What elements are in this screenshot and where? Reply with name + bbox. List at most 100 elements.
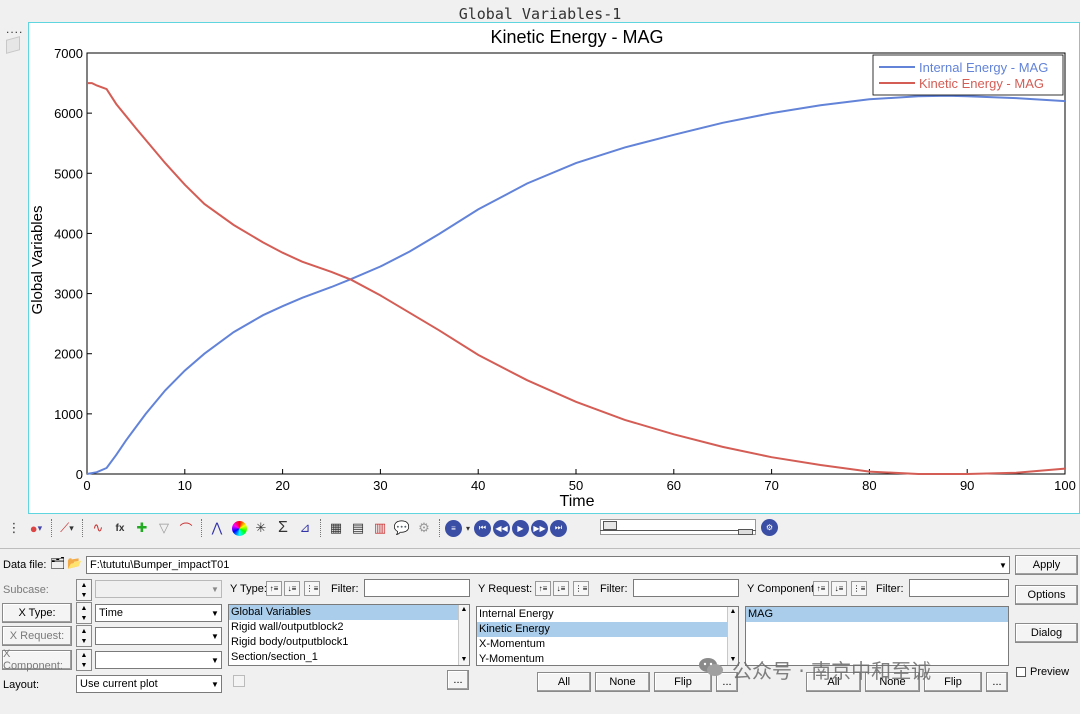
dialog-button[interactable]: Dialog bbox=[1015, 623, 1078, 643]
list-order-icon[interactable]: ⋮≡ bbox=[304, 581, 320, 596]
x-tick-label: 50 bbox=[569, 478, 583, 493]
x-type-dropdown[interactable]: Time ▼ bbox=[95, 604, 222, 622]
list-item[interactable]: Rigid body/outputblock1 bbox=[229, 635, 469, 650]
x-tick-label: 40 bbox=[471, 478, 485, 493]
sort-desc-icon[interactable]: ↓≡ bbox=[284, 581, 300, 596]
list-item[interactable]: Rigid wall/outputblock2 bbox=[229, 620, 469, 635]
open-folder-icon[interactable]: 📂 bbox=[67, 556, 83, 572]
window-cube-icon[interactable] bbox=[6, 36, 20, 54]
file-browser-icon[interactable]: 🗂 bbox=[50, 556, 66, 572]
chevron-down-icon[interactable]: ▼ bbox=[209, 652, 221, 668]
sort-desc-icon[interactable]: ↓≡ bbox=[553, 581, 569, 596]
tangent-icon[interactable]: ⊿ bbox=[295, 518, 315, 538]
layout-label: Layout: bbox=[3, 679, 40, 691]
chevron-down-icon[interactable]: ▼ bbox=[209, 628, 221, 644]
window-menu-dots[interactable]: .... bbox=[6, 22, 23, 36]
x-request-button[interactable]: X Request: bbox=[2, 626, 72, 646]
y-component-more-button[interactable]: ... bbox=[986, 672, 1008, 692]
first-frame-icon[interactable]: ⏮ bbox=[474, 519, 491, 537]
sort-desc-icon[interactable]: ↓≡ bbox=[831, 581, 847, 596]
x-component-dropdown[interactable]: ▼ bbox=[95, 651, 222, 669]
curve-math-icon[interactable]: ∿ bbox=[88, 518, 108, 538]
x-component-stepper[interactable]: ▲ ▼ bbox=[76, 649, 92, 671]
subcase-dropdown[interactable]: ▼ bbox=[95, 580, 222, 598]
y-request-filter-input[interactable] bbox=[633, 579, 739, 597]
trim-icon[interactable]: ⌒ bbox=[176, 518, 196, 538]
list-item[interactable]: Internal Energy bbox=[477, 607, 738, 622]
animation-settings-icon[interactable]: ⚙ bbox=[761, 519, 778, 536]
axis-style-icon[interactable]: ⟋ ▾ bbox=[57, 518, 77, 538]
data-file-label: Data file: bbox=[3, 559, 47, 571]
x-request-dropdown[interactable]: ▼ bbox=[95, 627, 222, 645]
subcase-label: Subcase: bbox=[3, 584, 49, 596]
list-item[interactable]: Section/section_1 bbox=[229, 650, 469, 665]
y-request-none-button[interactable]: None bbox=[595, 672, 650, 692]
crosshair-icon[interactable]: ✳ bbox=[251, 518, 271, 538]
y-type-label: Y Type: bbox=[230, 583, 267, 595]
data-file-field[interactable]: F:\tututu\Bumper_impactT01 ▼ bbox=[86, 556, 1010, 574]
sum-icon[interactable]: Σ bbox=[273, 518, 293, 538]
y-axis-label: Global Variables bbox=[29, 206, 46, 315]
list-order-icon[interactable]: ⋮≡ bbox=[851, 581, 867, 596]
options-button[interactable]: Options bbox=[1015, 585, 1078, 605]
table-icon[interactable]: ▦ bbox=[326, 518, 346, 538]
last-frame-icon[interactable]: ⏭ bbox=[550, 519, 567, 537]
comment-icon[interactable]: 💬 bbox=[392, 518, 412, 538]
drag-handle-icon[interactable]: ⋮ bbox=[4, 518, 24, 538]
chevron-down-icon[interactable]: ▼ bbox=[209, 605, 221, 621]
chevron-down-icon[interactable]: ▼ bbox=[209, 676, 221, 692]
sort-asc-icon[interactable]: ↑≡ bbox=[535, 581, 551, 596]
color-wheel-icon[interactable] bbox=[229, 518, 249, 538]
legend-label-1: Internal Energy - MAG bbox=[919, 60, 1048, 75]
y-tick-label: 2000 bbox=[54, 347, 83, 362]
y-type-list[interactable]: Global Variables Rigid wall/outputblock2… bbox=[228, 604, 470, 666]
list-order-icon[interactable]: ⋮≡ bbox=[573, 581, 589, 596]
plot-window[interactable]: 0 10 20 30 40 50 60 70 80 90 100 0 1000 2000 3000 4000 5… bbox=[28, 22, 1080, 514]
playback-menu-icon[interactable]: ≡ bbox=[445, 519, 462, 537]
layout-checkbox[interactable] bbox=[233, 675, 245, 687]
x-type-button[interactable]: X Type: bbox=[2, 603, 72, 623]
step-back-icon[interactable]: ◀◀ bbox=[493, 519, 510, 537]
curve-colors-icon[interactable]: ● ▾ bbox=[26, 518, 46, 538]
y-tick-label: 5000 bbox=[54, 166, 83, 181]
y-component-flip-button[interactable]: Flip bbox=[924, 672, 982, 692]
x-tick-label: 60 bbox=[667, 478, 681, 493]
list-item[interactable]: Kinetic Energy bbox=[477, 622, 729, 637]
list-item[interactable]: MAG bbox=[746, 607, 1008, 622]
notes-icon[interactable]: ▥ bbox=[370, 518, 390, 538]
slider-end-handle[interactable] bbox=[738, 529, 753, 535]
function-icon[interactable]: fx bbox=[110, 518, 130, 538]
peak-icon[interactable]: ⋀ bbox=[207, 518, 227, 538]
list-item[interactable]: X-Momentum bbox=[477, 637, 738, 652]
chevron-down-icon[interactable]: ▼ bbox=[209, 581, 221, 597]
wechat-logo-icon bbox=[699, 658, 723, 676]
subcase-stepper[interactable]: ▲ ▼ bbox=[76, 579, 92, 601]
add-curve-icon[interactable]: ✚ bbox=[132, 518, 152, 538]
layout-dropdown[interactable]: Use current plot ▼ bbox=[76, 675, 222, 693]
step-forward-icon[interactable]: ▶▶ bbox=[531, 519, 548, 537]
y-component-filter-input[interactable] bbox=[909, 579, 1009, 597]
slider-thumb[interactable] bbox=[603, 521, 617, 530]
preview-checkbox[interactable] bbox=[1016, 667, 1026, 677]
grid-edit-icon[interactable]: ▤ bbox=[348, 518, 368, 538]
y-request-all-button[interactable]: All bbox=[537, 672, 591, 692]
sort-asc-icon[interactable]: ↑≡ bbox=[813, 581, 829, 596]
x-axis-label: Time bbox=[560, 493, 595, 510]
sort-asc-icon[interactable]: ↑≡ bbox=[266, 581, 282, 596]
dropdown-arrow-icon[interactable]: ▾ bbox=[464, 518, 472, 538]
play-icon[interactable]: ▶ bbox=[512, 519, 529, 537]
y-type-more-button[interactable]: ... bbox=[447, 670, 469, 690]
axes-layer: 0 10 20 30 40 50 60 70 80 90 100010002000300040005… bbox=[54, 46, 1076, 493]
chevron-down-icon[interactable]: ▼ bbox=[997, 557, 1009, 573]
x-request-stepper[interactable]: ▲ ▼ bbox=[76, 625, 92, 647]
x-type-stepper[interactable]: ▲ ▼ bbox=[76, 602, 92, 624]
y-type-scrollbar[interactable]: ▲ ▼ bbox=[458, 605, 469, 665]
chart-svg: 0 10 20 30 40 50 60 70 80 90 100010002000300040005… bbox=[29, 27, 1076, 510]
apply-button[interactable]: Apply bbox=[1015, 555, 1078, 575]
x-component-button[interactable]: X Component: bbox=[2, 648, 72, 672]
settings-gear-icon[interactable]: ⚙ bbox=[414, 518, 434, 538]
y-type-filter-input[interactable] bbox=[364, 579, 470, 597]
filter-icon[interactable]: ▽ bbox=[154, 518, 174, 538]
slider-bar bbox=[600, 530, 756, 534]
list-item[interactable]: Global Variables bbox=[229, 605, 469, 620]
